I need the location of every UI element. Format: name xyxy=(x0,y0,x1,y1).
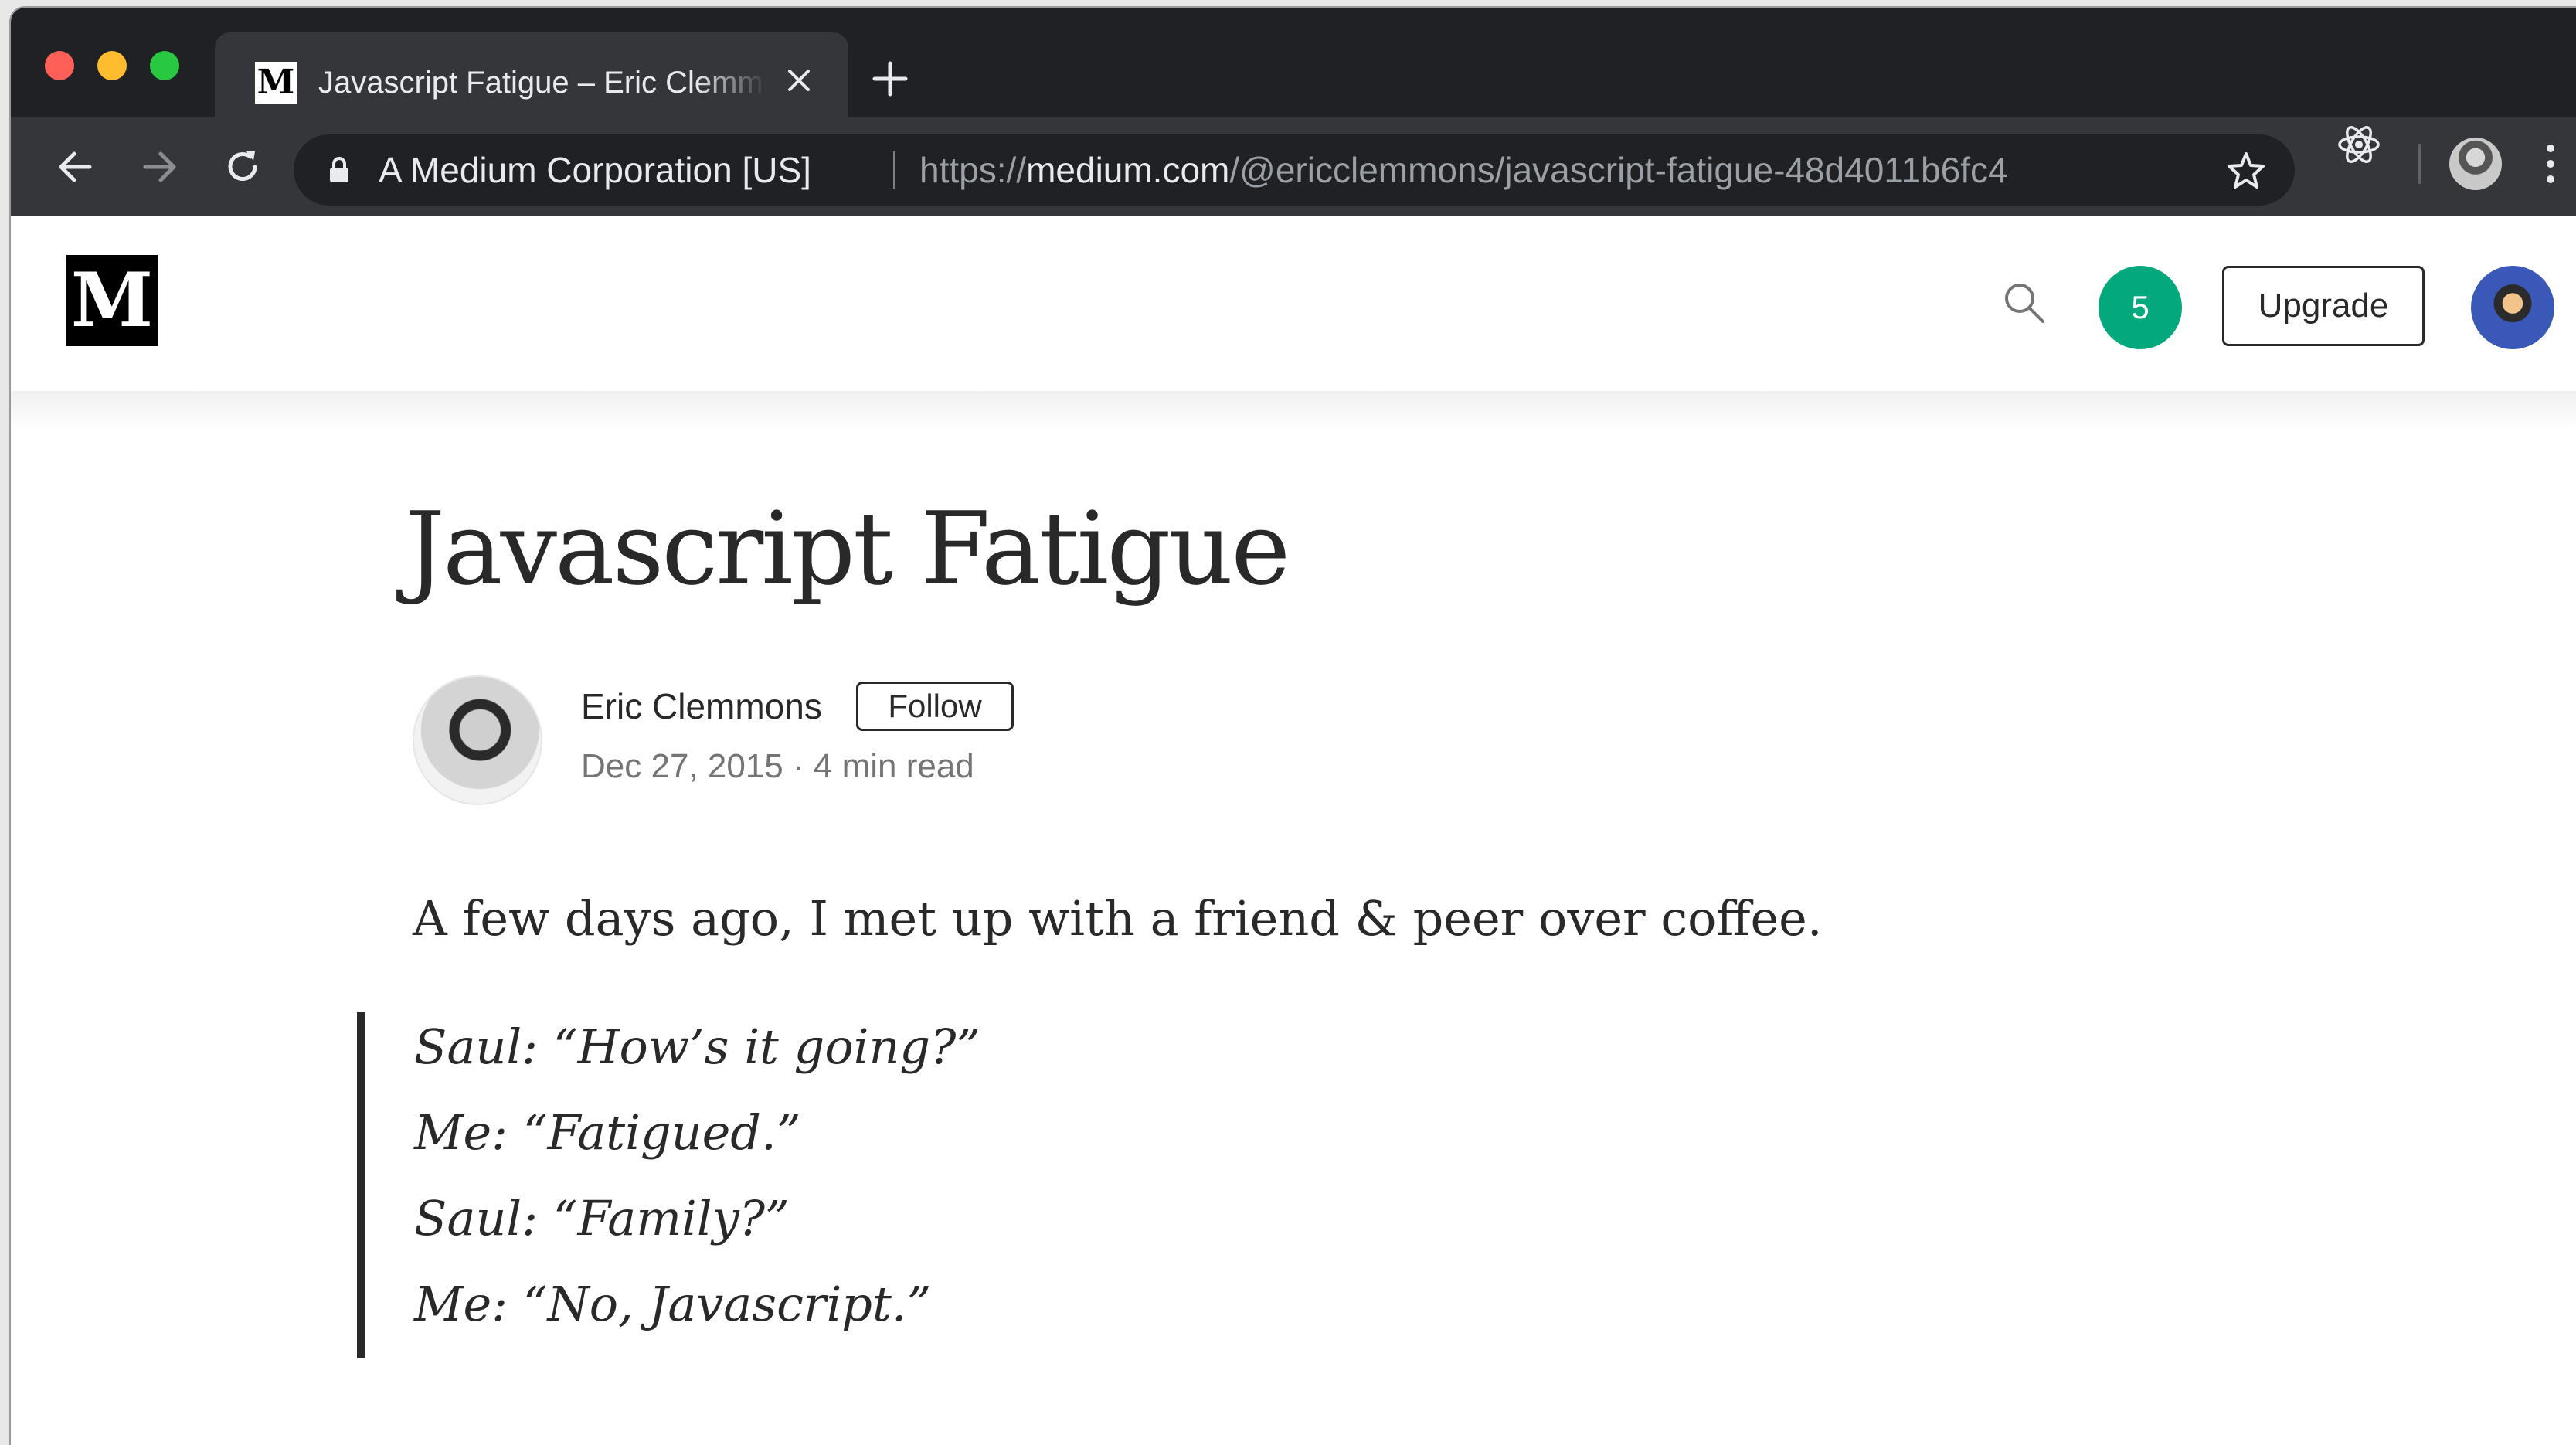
medium-header: M 5 Upgrade xyxy=(11,216,2576,391)
browser-window: M Javascript Fatigue – Eric Clemmons A M… xyxy=(11,8,2576,1445)
reload-icon[interactable] xyxy=(219,144,266,190)
quote-line: Me: “Fatigued.” xyxy=(414,1104,801,1161)
upgrade-button[interactable]: Upgrade xyxy=(2222,266,2425,346)
quote-line: Saul: “Family?” xyxy=(414,1190,790,1246)
bookmark-star-icon[interactable] xyxy=(2225,150,2267,192)
lock-icon[interactable] xyxy=(328,156,351,184)
header-shadow xyxy=(11,391,2576,430)
toolbar-separator xyxy=(2418,144,2421,184)
browser-profile-avatar[interactable] xyxy=(2449,138,2502,190)
tab-strip: M Javascript Fatigue – Eric Clemmons xyxy=(11,8,2576,117)
browser-toolbar: A Medium Corporation [US] https://medium… xyxy=(11,117,2576,216)
tab-title: Javascript Fatigue – Eric Clemmons xyxy=(318,66,766,100)
article-title: Javascript Fatigue xyxy=(405,490,1290,607)
medium-logo[interactable]: M xyxy=(66,255,158,346)
window-close-button[interactable] xyxy=(45,51,74,80)
author-avatar[interactable] xyxy=(413,675,542,805)
tab-active[interactable]: M Javascript Fatigue – Eric Clemmons xyxy=(215,32,848,117)
url-host: medium.com xyxy=(1026,150,1230,190)
web-page: M 5 Upgrade Javascript Fatigue Eric Clem… xyxy=(11,216,2576,1445)
url-scheme: https:// xyxy=(919,150,1027,190)
quote-line: Saul: “How’s it going?” xyxy=(414,1018,981,1075)
dialogue-blockquote: Saul: “How’s it going?” Me: “Fatigued.” … xyxy=(357,1012,1446,1358)
react-devtools-icon[interactable] xyxy=(2336,122,2381,167)
forward-arrow-icon[interactable] xyxy=(136,144,182,190)
address-bar[interactable]: A Medium Corporation [US] https://medium… xyxy=(294,134,2295,206)
search-icon[interactable] xyxy=(2001,280,2048,326)
site-identity-label[interactable]: A Medium Corporation [US] xyxy=(379,134,811,206)
kebab-menu-icon[interactable] xyxy=(2539,139,2562,189)
author-name-link[interactable]: Eric Clemmons xyxy=(581,683,822,729)
medium-favicon-icon: M xyxy=(255,62,297,104)
lead-paragraph: A few days ago, I met up with a friend &… xyxy=(413,890,1823,947)
user-avatar[interactable] xyxy=(2471,266,2554,349)
back-arrow-icon[interactable] xyxy=(53,144,99,190)
new-tab-plus-icon[interactable] xyxy=(870,59,910,99)
url-path: /@ericclemmons/javascript-fatigue-48d401… xyxy=(1229,150,2008,190)
tab-close-icon[interactable] xyxy=(783,65,814,96)
article-meta: Dec 27, 2015 · 4 min read xyxy=(581,743,974,790)
notifications-badge[interactable]: 5 xyxy=(2099,266,2182,349)
publish-date: Dec 27, 2015 xyxy=(581,747,783,785)
window-maximize-button[interactable] xyxy=(150,51,179,80)
quote-line: Me: “No, Javascript.” xyxy=(414,1276,932,1332)
window-minimize-button[interactable] xyxy=(97,51,127,80)
meta-separator: · xyxy=(792,747,804,785)
url-text[interactable]: https://medium.com/@ericclemmons/javascr… xyxy=(919,134,2008,206)
follow-button[interactable]: Follow xyxy=(856,682,1014,731)
address-divider xyxy=(893,151,895,189)
read-time: 4 min read xyxy=(813,747,974,785)
